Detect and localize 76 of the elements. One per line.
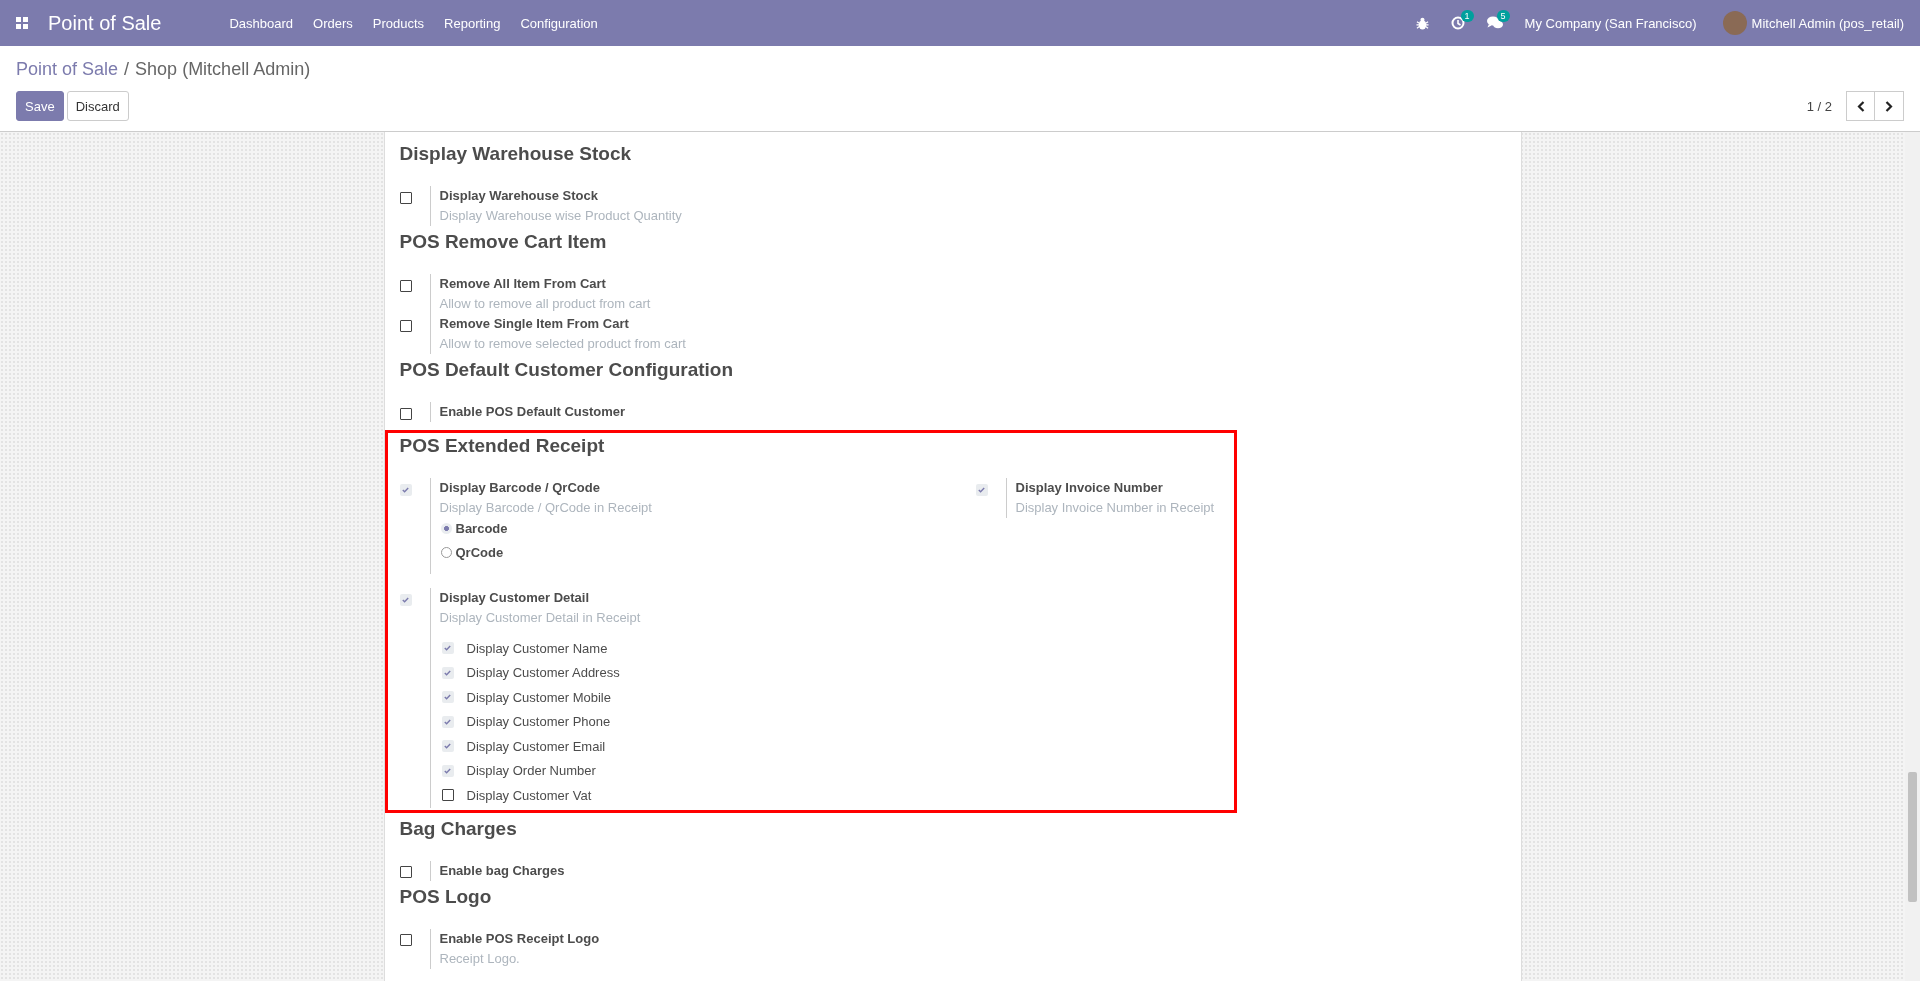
setting-label: Display Barcode / QrCode [439,479,601,497]
setting-label: Remove All Item From Cart [439,275,607,293]
checkbox-label: Display Customer Name [466,640,608,656]
clock-icon[interactable] [1450,16,1465,30]
checkbox[interactable] [975,483,988,496]
pager-value: 1 / 2 [1806,98,1832,114]
setting-label: Display Invoice Number [1015,479,1164,497]
discard-button[interactable]: Discard [66,91,129,121]
setting-description: Display Customer Detail in Receipt [439,609,641,627]
message-count-badge: 5 [1496,10,1510,22]
checkbox[interactable] [441,715,454,728]
setting-label: Enable POS Default Customer [439,403,626,421]
checkbox[interactable] [399,191,412,204]
setting-label: Remove Single Item From Cart [439,315,630,333]
checkbox[interactable] [399,593,412,606]
checkbox[interactable] [441,789,454,802]
section-heading: POS Default Customer Configuration [399,358,735,382]
checkbox-label: Display Customer Address [466,665,620,681]
company-switcher[interactable]: My Company (San Francisco) [1524,15,1697,31]
setting-description: Display Warehouse wise Product Quantity [439,207,682,225]
setting-label: Display Warehouse Stock [439,187,599,205]
breadcrumb-separator: / [124,58,130,80]
checkbox[interactable] [399,319,412,332]
apps-menu-icon[interactable] [16,17,28,29]
section-heading: POS Remove Cart Item [399,230,608,254]
activity-count-badge: 1 [1460,10,1474,22]
menu-item[interactable]: Configuration [520,15,598,31]
section-heading: Bag Charges [399,816,518,841]
checkbox-label: Display Customer Email [466,738,606,754]
radio-button[interactable] [440,546,452,558]
menu-item[interactable]: Orders [313,15,353,31]
setting-label: Enable bag Charges [439,861,565,880]
setting-description: Display Barcode / QrCode in Receipt [439,499,652,517]
checkbox[interactable] [399,407,412,420]
scrollbar[interactable] [1905,132,1920,981]
checkbox-label: Display Customer Mobile [466,689,611,705]
breadcrumb-current: Shop (Mitchell Admin) [135,58,311,80]
checkbox[interactable] [441,764,454,777]
menu-item[interactable]: Products [372,15,425,31]
setting-label: Enable POS Receipt Logo [439,929,600,948]
breadcrumb-link[interactable]: Point of Sale [16,58,119,80]
section-heading: POS Extended Receipt [399,434,606,458]
checkbox[interactable] [399,279,412,292]
checkbox-label: Display Customer Phone [466,714,611,730]
checkbox[interactable] [441,642,454,655]
setting-description: Display Invoice Number in Receipt [1015,499,1215,517]
radio-label: QrCode [455,544,504,560]
setting-description: Allow to remove all product from cart [439,295,651,313]
bug-icon[interactable] [1415,16,1429,30]
checkbox[interactable] [441,740,454,753]
radio-button[interactable] [440,522,452,534]
checkbox-label: Display Customer Vat [466,787,592,803]
pager-next-button[interactable] [1875,91,1904,121]
checkbox[interactable] [441,666,454,679]
menu-item[interactable]: Reporting [444,15,501,31]
chat-icon[interactable] [1486,16,1503,30]
setting-description: Receipt Logo. [439,949,521,968]
checkbox-label: Display Order Number [466,763,596,779]
app-title[interactable]: Point of Sale [48,11,162,35]
checkbox[interactable] [399,483,412,496]
checkbox[interactable] [399,866,412,879]
chevron-left-icon [1856,100,1865,112]
user-menu[interactable]: Mitchell Admin (pos_retail) [1751,15,1904,31]
user-avatar [1722,11,1747,35]
chevron-right-icon [1885,100,1893,112]
save-button[interactable]: Save [16,91,64,121]
setting-description: Allow to remove selected product from cart [439,335,686,353]
setting-label: Display Customer Detail [439,589,591,607]
checkbox[interactable] [399,934,412,947]
section-heading: Display Warehouse Stock [399,142,633,166]
section-heading: POS Logo [399,884,493,909]
menu-item[interactable]: Dashboard [229,15,294,31]
radio-label: Barcode [455,520,508,536]
checkbox[interactable] [441,691,454,704]
pager-previous-button[interactable] [1846,91,1875,121]
scrollbar-thumb[interactable] [1908,772,1917,902]
